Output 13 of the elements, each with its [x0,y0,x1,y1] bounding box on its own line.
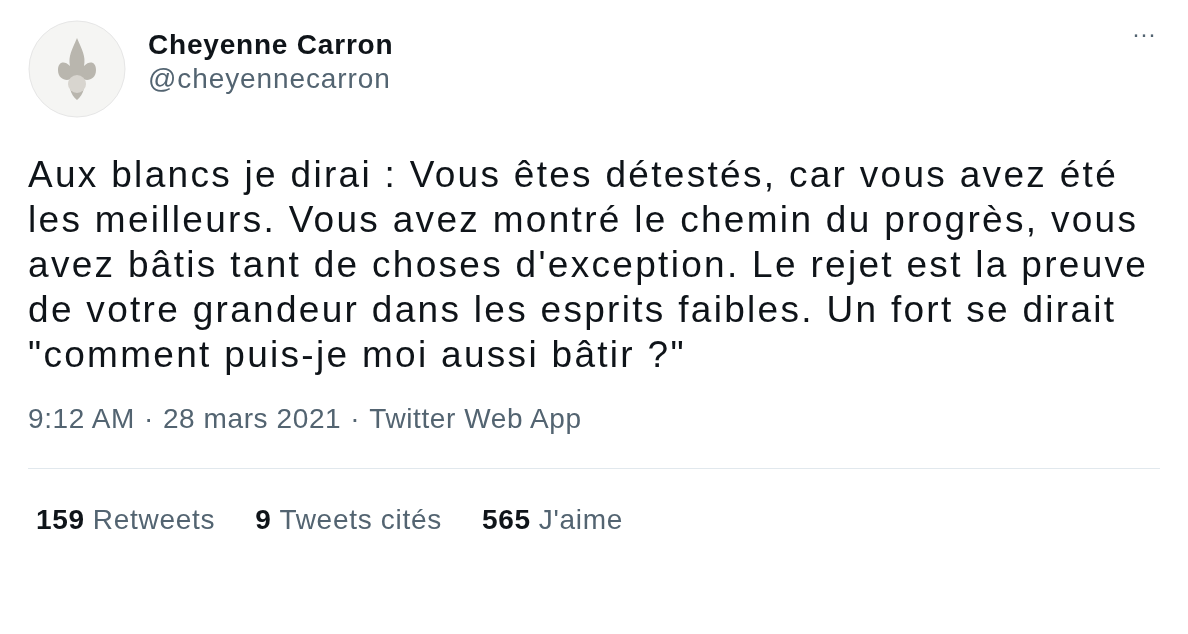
separator-dot: · [350,402,361,436]
stat-link[interactable]: 159 Retweets [36,503,216,537]
source-link[interactable]: Twitter Web App [369,402,582,436]
author-handle[interactable]: @cheyennecarron [148,62,394,96]
stat-link[interactable]: 565 J'aime [481,503,623,537]
tweet-text: Aux blancs je dirai : Vous êtes détestés, car vous avez été les meilleurs. Vous avez montré le chemin du progrès, vous avez bâtis tant de choses d'exception. Le rejet est la preuve de votre grandeur dans les esprits faibles. Un fort se dirait "comment puis-je moi aussi bâtir ?" [28,153,1150,377]
separator-dot: · [143,402,154,436]
author-name[interactable]: Cheyenne Carron [148,28,394,62]
avatar[interactable] [28,20,126,118]
tweet-date[interactable]: 28 mars 2021 [162,402,342,436]
more-button[interactable]: ··· [1128,22,1160,46]
tweet-time[interactable]: 9:12 AM [28,402,135,436]
stat-link[interactable]: 9 Tweets cités [255,503,442,537]
